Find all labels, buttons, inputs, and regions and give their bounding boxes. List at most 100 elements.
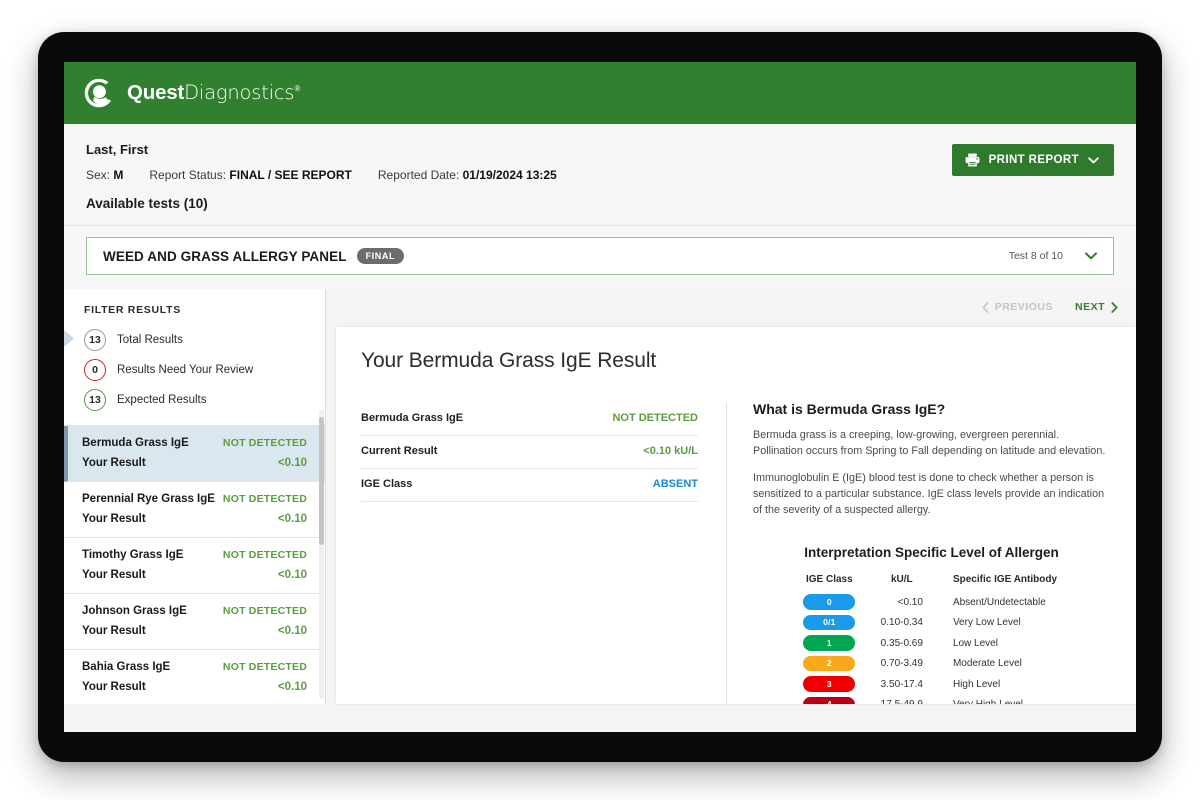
filter-count-badge: 13 <box>84 389 106 411</box>
list-item[interactable]: Perennial Rye Grass IgE NOT DETECTED Your … <box>64 482 325 538</box>
filter-needs-review[interactable]: 0 Results Need Your Review <box>64 355 325 385</box>
result-field-label: IGE Class <box>361 478 412 490</box>
ige-class-pill: 0/1 <box>803 615 855 631</box>
result-status: NOT DETECTED <box>223 437 307 449</box>
report-status-value: FINAL / SEE REPORT <box>229 168 351 182</box>
quest-logo-icon <box>82 76 116 110</box>
result-name: Bahia Grass IgE <box>82 661 170 673</box>
antibody-cell: High Level <box>937 674 1071 695</box>
table-row: 1 0.35-0.69Low Level <box>792 633 1071 654</box>
filter-count-badge: 0 <box>84 359 106 381</box>
result-name: Perennial Rye Grass IgE <box>82 493 215 505</box>
kul-cell: 0.35-0.69 <box>867 633 937 654</box>
page-title: Your Bermuda Grass IgE Result <box>336 349 1136 373</box>
column-header-kul: kU/L <box>867 574 937 592</box>
result-status: NOT DETECTED <box>223 605 307 617</box>
ige-class-pill: 3 <box>803 676 855 692</box>
kul-cell: <0.10 <box>867 592 937 613</box>
brand-name-bold: Quest <box>127 81 184 104</box>
previous-result-button[interactable]: PREVIOUS <box>982 301 1053 313</box>
test-selector-name: WEED AND GRASS ALLERGY PANEL <box>103 249 347 264</box>
filter-expected-results[interactable]: 13 Expected Results <box>64 385 325 415</box>
result-value: <0.10 <box>278 513 307 525</box>
list-item[interactable]: Bermuda Grass IgENOT DETECTEDYour Result… <box>64 426 325 482</box>
report-status-label: Report Status: <box>149 168 226 182</box>
result-field-label: Bermuda Grass IgE <box>361 412 463 424</box>
kul-cell: 3.50-17.4 <box>867 674 937 695</box>
sex-value: M <box>113 168 123 182</box>
list-item[interactable]: Timothy Grass IgENOT DETECTEDYour Result… <box>64 538 325 594</box>
result-sub-label: Your Result <box>82 625 146 637</box>
filter-label: Expected Results <box>117 394 207 406</box>
list-item[interactable]: Bahia Grass IgENOT DETECTEDYour Result<0… <box>64 650 325 704</box>
reported-date: Reported Date: 01/19/2024 13:25 <box>378 168 557 182</box>
ige-class-pill: 2 <box>803 656 855 672</box>
filter-total-results[interactable]: 13 Total Results <box>64 325 325 355</box>
test-counter: Test 8 of 10 <box>1009 250 1063 262</box>
result-value: <0.10 <box>278 681 307 693</box>
ige-class-cell: 0/1 <box>792 612 867 633</box>
reported-date-value: 01/19/2024 13:25 <box>463 168 557 182</box>
report-status: Report Status: FINAL / SEE REPORT <box>149 168 352 182</box>
result-value: <0.10 <box>278 457 307 469</box>
column-header-antibody: Specific IGE Antibody <box>937 574 1071 592</box>
result-field-row: IGE Class ABSENT <box>361 469 698 502</box>
content-split: FILTER RESULTS 13 Total Results 0 Result… <box>64 289 1136 704</box>
chevron-left-icon <box>982 302 989 313</box>
interpretation-heading: Interpretation Specific Level of Allerge… <box>753 545 1110 560</box>
filter-label: Total Results <box>117 334 183 346</box>
printer-icon <box>965 153 980 167</box>
brand-name-light: Diagnostics <box>184 81 294 104</box>
table-header-row: IGE Class kU/L Specific IGE Antibody <box>792 574 1071 592</box>
print-report-button[interactable]: PRINT REPORT <box>952 144 1114 176</box>
table-row: 0/10.10-0.34Very Low Level <box>792 612 1071 633</box>
chevron-down-icon[interactable] <box>1085 252 1097 260</box>
antibody-cell: Low Level <box>937 633 1071 654</box>
sidebar-scrollbar-thumb[interactable] <box>319 417 324 545</box>
registered-mark: ® <box>294 84 300 93</box>
table-row: 20.70-3.49Moderate Level <box>792 653 1071 674</box>
ige-class-cell: 4 <box>792 694 867 704</box>
sex-label: Sex: <box>86 168 110 182</box>
result-field-row: Bermuda Grass IgE NOT DETECTED <box>361 403 698 436</box>
ige-class-cell: 2 <box>792 653 867 674</box>
ige-class-pill: 1 <box>803 635 855 651</box>
ige-class-pill: 0 <box>803 594 855 610</box>
ige-class-cell: 3 <box>792 674 867 695</box>
patient-sex: Sex: M <box>86 168 123 182</box>
antibody-cell: Very Low Level <box>937 612 1071 633</box>
result-sub-label: Your Result <box>82 513 146 525</box>
result-field-value: <0.10 kU/L <box>643 445 698 457</box>
info-column: What is Bermuda Grass IgE? Bermuda grass… <box>726 403 1136 704</box>
patient-header: Last, First Sex: M Report Status: FINAL … <box>64 124 1136 226</box>
result-value: <0.10 <box>278 625 307 637</box>
result-sub-label: Your Result <box>82 681 146 693</box>
interpretation-table: IGE Class kU/L Specific IGE Antibody 0 <0… <box>792 574 1071 704</box>
result-detail-card: Your Bermuda Grass IgE Result Bermuda Gr… <box>336 327 1136 704</box>
info-paragraph-2: Immunoglobulin E (IgE) blood test is don… <box>753 471 1110 519</box>
antibody-cell: Absent/Undetectable <box>937 592 1071 613</box>
result-values-column: Bermuda Grass IgE NOT DETECTED Current Res… <box>336 403 726 704</box>
table-row: 3 3.50-17.4High Level <box>792 674 1071 695</box>
next-result-button[interactable]: NEXT <box>1075 301 1118 313</box>
info-heading: What is Bermuda Grass IgE? <box>753 401 1110 417</box>
filter-label: Results Need Your Review <box>117 364 253 376</box>
chevron-down-icon <box>1088 157 1099 164</box>
brand-header: QuestDiagnostics® <box>64 62 1136 124</box>
result-field-value: ABSENT <box>653 478 698 490</box>
reported-date-label: Reported Date: <box>378 168 459 182</box>
column-header-ige-class: IGE Class <box>792 574 867 592</box>
list-item[interactable]: Johnson Grass IgENOT DETECTEDYour Result… <box>64 594 325 650</box>
table-row: 417.5-49.9Very High Level <box>792 694 1071 704</box>
filter-results-heading: FILTER RESULTS <box>64 289 325 325</box>
result-field-value: NOT DETECTED <box>612 412 698 424</box>
result-status: NOT DETECTED <box>223 493 307 505</box>
table-row: 0 <0.10Absent/Undetectable <box>792 592 1071 613</box>
info-paragraph-1: Bermuda grass is a creeping, low-growing… <box>753 428 1110 460</box>
result-pager: PREVIOUS NEXT <box>982 301 1118 313</box>
test-selector[interactable]: WEED AND GRASS ALLERGY PANEL FINAL Test … <box>86 237 1114 275</box>
result-name: Timothy Grass IgE <box>82 549 183 561</box>
ige-class-cell: 1 <box>792 633 867 654</box>
print-report-label: PRINT REPORT <box>989 154 1079 166</box>
result-field-row: Current Result<0.10 kU/L <box>361 436 698 469</box>
